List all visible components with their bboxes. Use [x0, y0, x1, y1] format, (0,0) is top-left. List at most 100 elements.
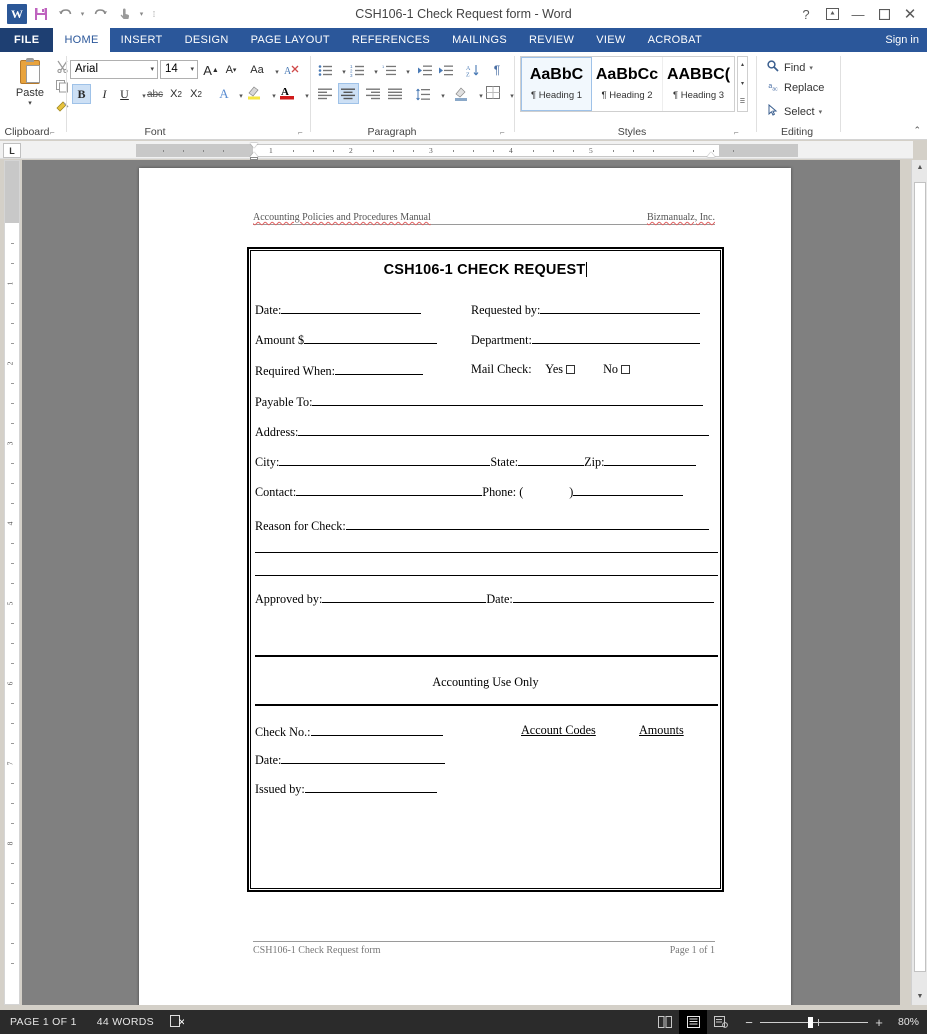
tab-references[interactable]: REFERENCES [341, 28, 441, 52]
form-row-acct-date[interactable]: Date: [255, 751, 446, 768]
sign-in-link[interactable]: Sign in [885, 28, 919, 52]
align-center-button[interactable] [338, 83, 359, 104]
form-row-city-state-zip[interactable]: City: State: Zip: [255, 453, 697, 470]
undo-dropdown-arrow[interactable]: ▾ [78, 3, 87, 25]
tab-insert[interactable]: INSERT [110, 28, 174, 52]
first-line-indent-marker[interactable] [250, 143, 258, 148]
ribbon-display-options-icon[interactable] [819, 1, 845, 27]
bullets-icon[interactable] [316, 60, 334, 80]
superscript-button[interactable]: X2 [187, 84, 205, 104]
align-left-button[interactable] [316, 84, 334, 104]
justify-button[interactable] [386, 84, 404, 104]
clear-formatting-icon[interactable]: A [283, 60, 301, 80]
paragraph-dialog-launcher[interactable]: ⌐ [500, 128, 505, 137]
scrollbar-thumb[interactable] [914, 182, 926, 972]
line-spacing-icon[interactable] [414, 84, 432, 104]
form-row-issued-by[interactable]: Issued by: [255, 780, 437, 797]
form-row-required-when[interactable]: Required When: [255, 362, 423, 379]
line-spacing-arrow[interactable]: ▾ [434, 86, 452, 106]
close-button[interactable]: ✕ [897, 1, 923, 27]
vertical-scrollbar[interactable]: ▲ ▼ [911, 160, 927, 1005]
subscript-button[interactable]: X2 [167, 84, 185, 104]
text-highlight-icon[interactable] [245, 82, 263, 102]
touch-mode-arrow[interactable]: ▾ [137, 3, 146, 25]
text-effects-icon[interactable]: A [215, 84, 233, 104]
form-row-check-no[interactable]: Check No.: [255, 723, 443, 740]
scroll-up-button[interactable]: ▲ [912, 160, 927, 176]
form-row-date[interactable]: Date: [255, 301, 422, 318]
tab-acrobat[interactable]: ACROBAT [637, 28, 713, 52]
form-row-amount[interactable]: Amount $ [255, 331, 438, 348]
borders-icon[interactable] [484, 83, 502, 103]
tab-design[interactable]: DESIGN [174, 28, 240, 52]
shrink-font-icon[interactable]: A ▾ [222, 60, 240, 80]
word-logo-icon[interactable]: W [6, 3, 28, 25]
tab-page-layout[interactable]: PAGE LAYOUT [240, 28, 341, 52]
form-row-reason-line-3[interactable] [255, 563, 718, 580]
zoom-level-label[interactable]: 80% [893, 1016, 927, 1028]
form-row-reason[interactable]: Reason for Check: [255, 517, 709, 534]
multilevel-arrow[interactable]: ▾ [399, 62, 417, 82]
style-heading-1[interactable]: AaBbC ¶ Heading 1 [521, 57, 592, 111]
scroll-down-button[interactable]: ▼ [912, 989, 927, 1005]
tab-mailings[interactable]: MAILINGS [441, 28, 518, 52]
form-row-mail-check[interactable]: Mail Check: Yes No [471, 362, 630, 377]
checkbox-mail-yes[interactable] [565, 365, 575, 374]
styles-scroll-up-icon[interactable]: ▴ [738, 57, 747, 74]
form-row-payable-to[interactable]: Payable To: [255, 393, 704, 410]
zoom-out-button[interactable]: − [743, 1015, 755, 1030]
check-request-form[interactable]: CSH106-1 CHECK REQUEST Date: Requested b… [247, 247, 724, 892]
zoom-slider[interactable] [760, 1016, 868, 1028]
select-button[interactable]: Select ▾ [766, 103, 823, 119]
redo-icon[interactable] [89, 3, 111, 25]
read-mode-button[interactable] [651, 1010, 679, 1034]
styles-dialog-launcher[interactable]: ⌐ [734, 128, 739, 137]
font-color-icon[interactable]: A [278, 82, 296, 102]
form-row-requested-by[interactable]: Requested by: [471, 301, 701, 318]
font-size-arrow[interactable]: ▾ [190, 65, 194, 73]
document-header[interactable]: Accounting Policies and Procedures Manua… [253, 212, 715, 225]
web-layout-button[interactable] [707, 1010, 735, 1034]
page-indicator[interactable]: PAGE 1 OF 1 [0, 1016, 87, 1028]
increase-indent-icon[interactable] [437, 60, 455, 80]
form-row-address[interactable]: Address: [255, 423, 710, 440]
zoom-slider-thumb[interactable] [808, 1016, 813, 1028]
tab-view[interactable]: VIEW [585, 28, 636, 52]
multilevel-list-icon[interactable]: 1 [380, 60, 398, 80]
undo-icon[interactable] [54, 3, 76, 25]
styles-gallery[interactable]: AaBbC ¶ Heading 1 AaBbCc ¶ Heading 2 AAB… [520, 56, 735, 112]
collapse-ribbon-icon[interactable]: ⌃ [913, 125, 921, 136]
change-case-icon[interactable]: Aa [248, 60, 266, 80]
select-dropdown-arrow[interactable]: ▾ [819, 108, 823, 116]
show-formatting-marks-icon[interactable]: ¶ [488, 60, 506, 80]
styles-scroll-down-icon[interactable]: ▾ [738, 76, 747, 93]
styles-more-icon[interactable]: ☰ [738, 94, 747, 111]
proofing-status-icon[interactable]: ✕ [164, 1014, 190, 1030]
document-footer[interactable]: CSH106-1 Check Request form Page 1 of 1 [253, 941, 715, 956]
zoom-control[interactable]: − + [735, 1015, 893, 1030]
find-button[interactable]: Find ▾ [766, 60, 813, 75]
replace-button[interactable]: aac Replace [766, 82, 824, 94]
form-row-reason-line-2[interactable] [255, 540, 718, 557]
find-dropdown-arrow[interactable]: ▾ [809, 64, 813, 72]
zoom-in-button[interactable]: + [873, 1015, 885, 1030]
form-row-department[interactable]: Department: [471, 331, 700, 348]
print-layout-button[interactable] [679, 1010, 707, 1034]
sort-icon[interactable]: AZ [464, 60, 482, 80]
help-icon[interactable]: ? [793, 1, 819, 27]
tab-stop-selector[interactable]: L [3, 143, 21, 158]
decrease-indent-icon[interactable] [416, 60, 434, 80]
styles-gallery-scroll[interactable]: ▴ ▾ ☰ [737, 56, 748, 112]
grow-font-icon[interactable]: A ▲ [202, 60, 220, 80]
document-canvas[interactable]: Accounting Policies and Procedures Manua… [22, 160, 900, 1005]
align-right-button[interactable] [364, 84, 382, 104]
style-heading-3[interactable]: AABBC( ¶ Heading 3 [663, 57, 734, 111]
form-row-contact-phone[interactable]: Contact: Phone: () [255, 483, 684, 500]
checkbox-mail-no[interactable] [620, 365, 630, 374]
right-indent-marker[interactable] [707, 152, 715, 157]
customize-qat-icon[interactable]: ⁞ [148, 3, 160, 25]
numbering-icon[interactable]: 123 [348, 60, 366, 80]
ruler-track[interactable]: 1 2 3 4 5 [136, 144, 798, 157]
document-page[interactable]: Accounting Policies and Procedures Manua… [139, 168, 791, 1005]
save-icon[interactable] [30, 3, 52, 25]
